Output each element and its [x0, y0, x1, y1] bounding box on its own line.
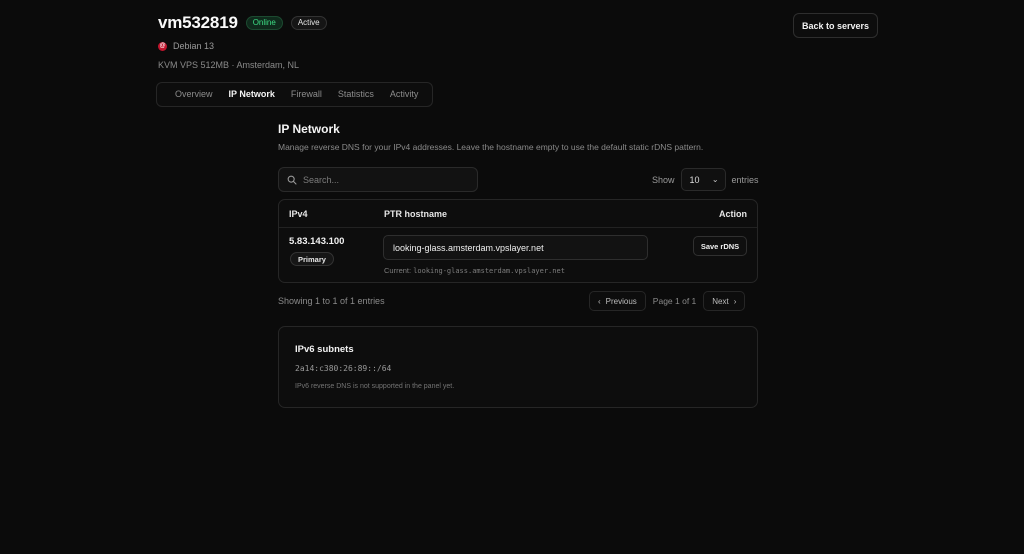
os-name: Debian 13	[173, 41, 215, 51]
showing-entries: Showing 1 to 1 of 1 entries	[278, 296, 385, 306]
ptr-hostname-input[interactable]	[383, 235, 648, 260]
page-info: Page 1 of 1	[652, 296, 697, 306]
os-row: @ Debian 13	[158, 40, 327, 52]
status-badge: Online	[245, 16, 283, 30]
tab-overview[interactable]: Overview	[167, 82, 221, 107]
previous-button[interactable]: ‹ Previous	[589, 291, 646, 311]
current-ptr: Current: looking-glass.amsterdam.vpslaye…	[384, 266, 565, 275]
next-label: Next	[712, 296, 729, 306]
server-name: vm532819	[158, 13, 238, 32]
ipv6-subnets-card: IPv6 subnets 2a14:c380:26:89::/64 IPv6 r…	[278, 326, 758, 408]
plan-location: KVM VPS 512MB · Amsterdam, NL	[158, 60, 300, 70]
primary-badge: Primary	[290, 252, 334, 266]
back-to-servers-button[interactable]: Back to servers	[793, 13, 878, 38]
section-title: IP Network	[278, 122, 340, 136]
column-ipv4: IPv4	[289, 209, 308, 219]
entries-label: entries	[731, 174, 759, 185]
ipv6-title: IPv6 subnets	[295, 344, 354, 355]
page-size-select[interactable]: 10 ⌄	[680, 168, 726, 191]
table-row: 5.83.143.100 Primary Current: looking-gl…	[279, 228, 757, 282]
tab-ip-network[interactable]: IP Network	[221, 82, 283, 107]
page-size-value: 10	[689, 174, 700, 185]
current-ptr-value: looking-glass.amsterdam.vpslayer.net	[413, 267, 565, 275]
next-button[interactable]: Next ›	[703, 291, 746, 311]
table-header: IPv4 PTR hostname Action	[279, 200, 757, 228]
chevron-right-icon: ›	[733, 296, 737, 306]
column-ptr-hostname: PTR hostname	[384, 209, 448, 219]
search-box	[278, 167, 478, 192]
search-input[interactable]	[303, 174, 473, 185]
ipv4-table: IPv4 PTR hostname Action 5.83.143.100 Pr…	[278, 199, 758, 283]
server-ip-network-page: vm532819 Online Active @ Debian 13 KVM V…	[0, 0, 1024, 554]
tab-activity[interactable]: Activity	[382, 82, 427, 107]
tab-bar: Overview IP Network Firewall Statistics …	[156, 82, 433, 107]
pagination: ‹ Previous Page 1 of 1 Next ›	[589, 291, 746, 311]
column-action: Action	[719, 209, 747, 219]
title-row: vm532819 Online Active	[158, 12, 327, 34]
chevron-down-icon: ⌄	[711, 175, 719, 184]
search-icon	[287, 175, 297, 185]
ipv6-note: IPv6 reverse DNS is not supported in the…	[295, 383, 455, 390]
show-label: Show	[652, 174, 675, 185]
previous-label: Previous	[605, 296, 637, 306]
tab-firewall[interactable]: Firewall	[283, 82, 330, 107]
page-size-control: Show 10 ⌄ entries	[652, 168, 759, 191]
ip-address: 5.83.143.100	[289, 236, 345, 247]
section-description: Manage reverse DNS for your IPv4 address…	[278, 142, 704, 152]
current-label: Current:	[384, 266, 412, 275]
save-rdns-button[interactable]: Save rDNS	[693, 236, 747, 256]
state-badge: Active	[290, 16, 327, 30]
chevron-left-icon: ‹	[598, 296, 601, 306]
server-header: vm532819 Online Active @ Debian 13 KVM V…	[158, 12, 327, 70]
tab-statistics[interactable]: Statistics	[330, 82, 382, 107]
debian-icon: @	[158, 41, 167, 51]
ipv6-subnet: 2a14:c380:26:89::/64	[295, 364, 392, 373]
